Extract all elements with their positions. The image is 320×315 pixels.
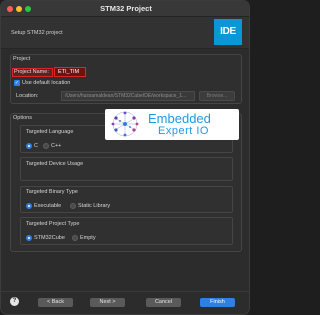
project-stm32cube-radio[interactable] [26,235,32,241]
binary-executable-radio[interactable] [26,203,32,209]
language-cpp-radio[interactable] [43,143,49,149]
location-input[interactable]: /Users/hussamaldean/STM32CubeIDE/workspa… [61,91,195,101]
back-button[interactable]: < Back [38,298,73,307]
language-c-radio[interactable] [26,143,32,149]
project-dialog: STM32 Project Setup STM32 project IDE Pr… [0,0,250,315]
browse-button[interactable]: Browse... [199,91,235,101]
title-bar: STM32 Project [1,1,249,17]
language-cpp-label: C++ [51,143,62,149]
project-name-input[interactable]: ETI_TIM [54,67,86,77]
footer-divider [1,291,249,292]
options-group-label: Options [13,115,32,121]
wizard-header-text: Setup STM32 project [11,30,63,36]
embedded-logo-line2: Expert IO [158,125,209,137]
embedded-logo-line1: Embedded [148,111,211,126]
use-default-location-checkbox[interactable]: ✓ [14,80,20,86]
next-button[interactable]: Next > [90,298,125,307]
language-c-label: C [34,143,38,149]
window-title: STM32 Project [100,4,152,13]
wizard-header: Setup STM32 project [1,17,249,49]
targeted-language-label: Targeted Language [26,129,74,135]
project-empty-label: Empty [80,235,96,241]
project-empty-radio[interactable] [72,235,78,241]
cancel-button[interactable]: Cancel [146,298,181,307]
finish-button[interactable]: Finish [200,298,235,307]
help-button[interactable]: ? [10,297,19,306]
project-stm32cube-label: STM32Cube [34,235,65,241]
binary-static-library-radio[interactable] [70,203,76,209]
targeted-binary-type-label: Targeted Binary Type [26,189,78,195]
targeted-project-type-label: Targeted Project Type [26,221,80,227]
ide-logo: IDE [214,19,242,45]
binary-static-library-label: Static Library [78,203,111,209]
project-name-label: Project Name: [12,68,53,77]
project-group-label: Project [13,56,31,62]
location-label: Location: [16,93,39,99]
targeted-device-usage-label: Targeted Device Usage [26,161,84,167]
use-default-location-label: Use default location [22,80,71,86]
binary-executable-label: Executable [34,203,62,209]
network-brain-icon [111,111,139,137]
embedded-expert-io-logo: Embedded Expert IO [105,109,239,140]
